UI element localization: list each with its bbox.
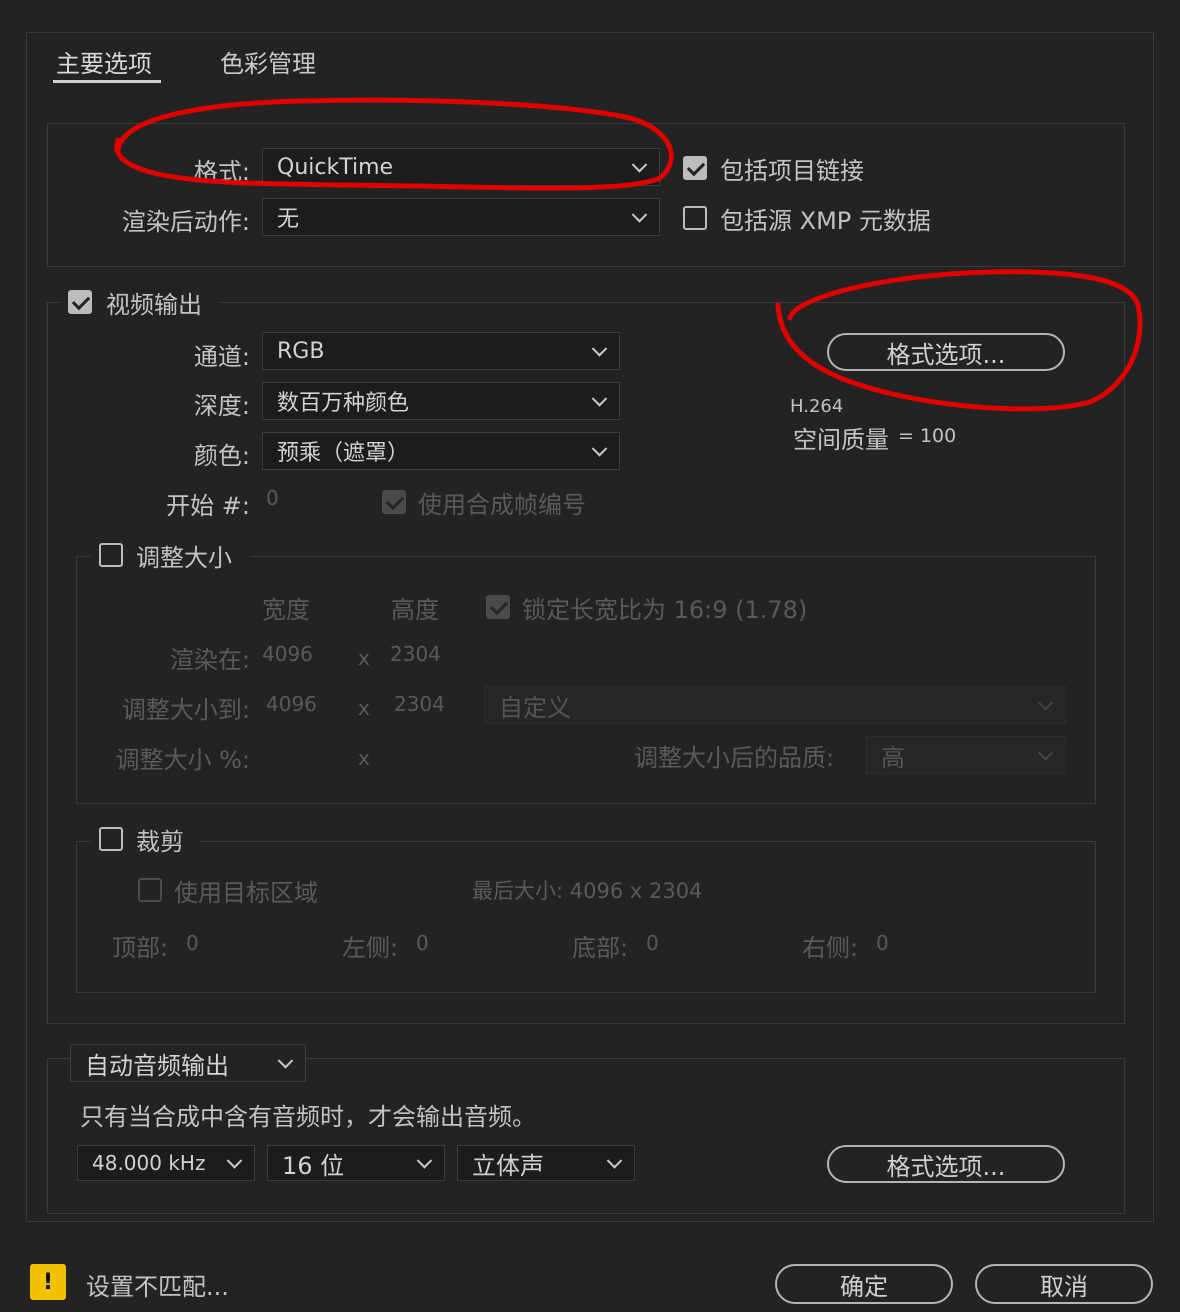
- format-select[interactable]: QuickTime: [262, 148, 660, 186]
- resize-label: 调整大小: [136, 544, 232, 572]
- audio-format-options-button[interactable]: 格式选项...: [827, 1145, 1065, 1183]
- spatial-quality-label: 空间质量: [793, 426, 889, 454]
- sample-rate-value: 48.000 kHz: [92, 1151, 206, 1175]
- chevron-down-icon: [631, 157, 648, 173]
- audio-note: 只有当合成中含有音频时，才会输出音频。: [80, 1103, 536, 1131]
- render-at-height: 2304: [390, 642, 441, 666]
- depth-select[interactable]: 数百万种颜色: [262, 382, 620, 420]
- crop-bottom-value[interactable]: 0: [646, 931, 659, 955]
- height-header: 高度: [391, 596, 439, 624]
- chevron-down-icon: [277, 1053, 294, 1069]
- chevron-down-icon: [631, 207, 648, 223]
- render-at-label: 渲染在:: [169, 646, 250, 674]
- resize-percent-x: x: [358, 746, 370, 770]
- resize-checkbox[interactable]: [99, 543, 123, 567]
- start-value: 0: [266, 486, 279, 510]
- post-render-label: 渲染后动作:: [121, 208, 250, 236]
- use-roi-checkbox[interactable]: [138, 878, 162, 902]
- chevron-down-icon: [1037, 695, 1054, 711]
- width-header: 宽度: [262, 596, 310, 624]
- channels-select[interactable]: RGB: [262, 332, 620, 370]
- crop-bottom-label: 底部:: [572, 934, 629, 962]
- resize-to-label: 调整大小到:: [121, 696, 250, 724]
- resize-quality-value: 高: [881, 743, 905, 772]
- bit-depth-value: 16 位: [282, 1151, 345, 1180]
- color-select[interactable]: 预乘（遮罩）: [262, 432, 620, 470]
- audio-channels-select[interactable]: 立体声: [457, 1145, 635, 1181]
- tab-color-management[interactable]: 色彩管理: [220, 44, 316, 79]
- video-format-options-button[interactable]: 格式选项...: [827, 333, 1065, 371]
- resize-to-width[interactable]: 4096: [266, 692, 317, 716]
- use-comp-frame-checkbox[interactable]: [382, 490, 406, 514]
- settings-mismatch-text[interactable]: 设置不匹配...: [86, 1267, 229, 1302]
- resize-preset-select[interactable]: 自定义: [484, 686, 1066, 724]
- render-at-x: x: [358, 646, 370, 670]
- include-xmp-label: 包括源 XMP 元数据: [720, 207, 931, 235]
- resize-percent-label: 调整大小 %:: [115, 746, 250, 774]
- format-select-value: QuickTime: [277, 154, 394, 180]
- color-label: 颜色:: [193, 442, 250, 470]
- resize-preset-value: 自定义: [499, 693, 571, 722]
- audio-channels-value: 立体声: [472, 1151, 544, 1180]
- lock-aspect-checkbox[interactable]: [486, 595, 510, 619]
- warning-icon: !: [30, 1264, 66, 1300]
- channels-label: 通道:: [193, 343, 250, 371]
- depth-label: 深度:: [193, 392, 250, 420]
- chevron-down-icon: [591, 391, 608, 407]
- audio-mode-value: 自动音频输出: [85, 1051, 229, 1080]
- resize-quality-label: 调整大小后的品质:: [634, 744, 835, 772]
- crop-checkbox[interactable]: [99, 827, 123, 851]
- chevron-down-icon: [226, 1153, 243, 1169]
- crop-left-label: 左侧:: [342, 934, 399, 962]
- chevron-down-icon: [416, 1153, 433, 1169]
- sample-rate-select[interactable]: 48.000 kHz: [77, 1145, 255, 1181]
- use-comp-frame-label: 使用合成帧编号: [418, 491, 586, 519]
- crop-final-size: 最后大小: 4096 x 2304: [472, 879, 703, 903]
- crop-left-value[interactable]: 0: [416, 931, 429, 955]
- crop-right-label: 右侧:: [802, 934, 859, 962]
- lock-aspect-label: 锁定长宽比为 16:9 (1.78): [522, 596, 808, 624]
- chevron-down-icon: [591, 341, 608, 357]
- format-group: [47, 123, 1125, 267]
- bit-depth-select[interactable]: 16 位: [267, 1145, 445, 1181]
- post-render-select[interactable]: 无: [262, 198, 660, 236]
- post-render-value: 无: [277, 207, 300, 232]
- include-project-link-label: 包括项目链接: [720, 157, 864, 185]
- start-label: 开始 #:: [166, 492, 250, 520]
- resize-to-x: x: [358, 696, 370, 720]
- crop-top-label: 顶部:: [112, 934, 169, 962]
- format-label: 格式:: [193, 158, 250, 186]
- video-output-checkbox[interactable]: [68, 290, 92, 314]
- resize-to-height[interactable]: 2304: [394, 692, 445, 716]
- cancel-button[interactable]: 取消: [975, 1264, 1153, 1304]
- tab-active-underline: [53, 80, 161, 83]
- tab-main-options[interactable]: 主要选项: [56, 44, 152, 79]
- crop-top-value[interactable]: 0: [186, 931, 199, 955]
- channels-value: RGB: [277, 338, 325, 364]
- render-at-width: 4096: [262, 642, 313, 666]
- ok-button[interactable]: 确定: [775, 1264, 953, 1304]
- crop-right-value[interactable]: 0: [876, 931, 889, 955]
- crop-label: 裁剪: [136, 828, 184, 856]
- crop-group: [76, 841, 1096, 993]
- chevron-down-icon: [606, 1153, 623, 1169]
- color-value: 预乘（遮罩）: [277, 441, 410, 466]
- use-roi-label: 使用目标区域: [174, 879, 318, 907]
- spatial-quality-value: = 100: [898, 425, 957, 447]
- video-output-label: 视频输出: [106, 291, 202, 319]
- resize-quality-select[interactable]: 高: [866, 736, 1066, 774]
- include-xmp-checkbox[interactable]: [683, 206, 707, 230]
- chevron-down-icon: [591, 441, 608, 457]
- include-project-link-checkbox[interactable]: [683, 156, 707, 180]
- codec-label: H.264: [790, 396, 844, 417]
- chevron-down-icon: [1037, 745, 1054, 761]
- depth-value: 数百万种颜色: [277, 391, 410, 416]
- audio-mode-select[interactable]: 自动音频输出: [70, 1044, 306, 1082]
